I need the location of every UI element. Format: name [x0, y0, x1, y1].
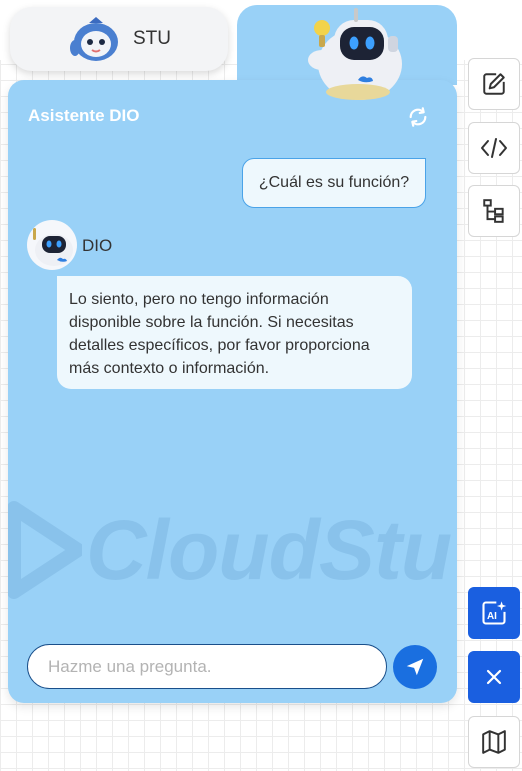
tree-button[interactable] [468, 185, 520, 237]
watermark: CloudStu [8, 500, 457, 600]
code-icon [481, 138, 507, 158]
user-message-text: ¿Cuál es su función? [258, 174, 410, 191]
edit-icon [483, 73, 505, 95]
tree-icon [483, 199, 504, 223]
stu-mascot-icon [70, 17, 118, 61]
panel-title: Asistente DIO [28, 106, 140, 125]
ai-image-button[interactable]: AI [468, 587, 520, 639]
cloudstu-logo-icon [8, 501, 82, 599]
user-message-bubble: ¿Cuál es su función? [242, 158, 426, 208]
refresh-icon[interactable] [407, 106, 429, 128]
chat-input[interactable] [27, 644, 387, 689]
bot-message-bubble: Lo siento, pero no tengo información dis… [57, 276, 412, 389]
tab-stu-label: STU [133, 28, 171, 49]
edit-button[interactable] [468, 58, 520, 110]
chat-panel: Asistente DIO ¿Cuál es su función? DIO L… [8, 80, 457, 703]
tab-stu[interactable]: STU [10, 7, 228, 71]
close-icon [486, 669, 502, 685]
close-button[interactable] [468, 651, 520, 703]
map-button[interactable] [468, 716, 520, 768]
code-button[interactable] [468, 122, 520, 174]
send-button[interactable] [393, 645, 437, 689]
dio-avatar-icon [33, 228, 73, 266]
watermark-text: CloudStu [86, 502, 452, 597]
map-icon [482, 730, 506, 754]
send-icon [406, 658, 424, 676]
dio-robot-mascot-icon [308, 8, 402, 100]
bot-name: DIO [82, 236, 113, 255]
ai-image-icon: AI [482, 601, 507, 625]
avatar [27, 220, 77, 270]
svg-text:AI: AI [487, 611, 497, 622]
bot-message-text: Lo siento, pero no tengo información dis… [69, 291, 370, 377]
